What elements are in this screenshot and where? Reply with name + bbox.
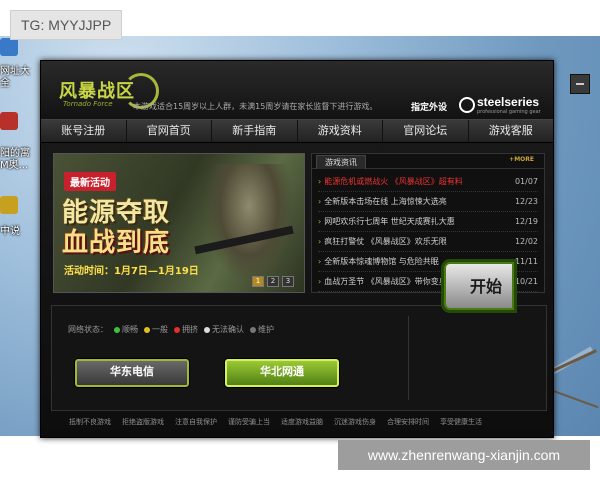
footer-link: 注意自我保护 <box>175 418 217 426</box>
footer-link: 享受健康生活 <box>440 418 482 426</box>
news-date: 12/19 <box>514 217 538 226</box>
logo-subtitle: Tornado Force <box>63 100 113 108</box>
red-dot-icon <box>174 326 180 333</box>
tg-overlay-label: TG: MYYJJPP <box>10 10 123 40</box>
minimize-button[interactable] <box>570 74 590 94</box>
status-unknown-label: 无法确认 <box>212 325 244 334</box>
sponsor-name: steelseries <box>477 95 540 109</box>
news-more-link[interactable]: +MORE <box>509 156 534 163</box>
news-item[interactable]: › 能源危机或燃战火 《风暴战区》超有料 01/07 <box>318 172 538 192</box>
status-normal-label: 一般 <box>152 325 168 334</box>
launcher-header: 风暴战区 Tornado Force 本游戏适合15周岁以上人群，未满15周岁请… <box>41 61 553 119</box>
divider <box>408 316 409 400</box>
news-title[interactable]: 全新版本击场在线 上海惊悚大选亮 <box>324 197 447 206</box>
banner-page-1[interactable]: 1 <box>252 276 264 287</box>
white-dot-icon <box>204 326 210 333</box>
news-title[interactable]: 能源危机或燃战火 《风暴战区》超有料 <box>324 177 463 186</box>
news-item[interactable]: › 疯狂打警仗 《风暴战区》欢乐无限 12/02 <box>318 232 538 252</box>
bullet-icon: › <box>318 217 322 226</box>
status-crowded: 拥挤 <box>174 324 198 335</box>
footer-link: 合理安排时间 <box>387 418 429 426</box>
nav-guide[interactable]: 新手指南 <box>212 120 298 142</box>
footer-link: 拒绝盗版游戏 <box>122 418 164 426</box>
desktop-icon-label[interactable]: 网址大 全 <box>0 66 30 90</box>
news-title[interactable]: 网吧欢乐行七周年 世纪天成赛扎大惠 <box>324 217 455 226</box>
nav-game-info[interactable]: 游戏资料 <box>298 120 383 142</box>
bullet-icon: › <box>318 277 322 286</box>
desktop-icon[interactable] <box>0 196 18 214</box>
news-title[interactable]: 全新版本惊魂博物馆 与危险共眠 <box>324 257 439 266</box>
news-item[interactable]: › 全新版本击场在线 上海惊悚大选亮 12/23 <box>318 192 538 212</box>
green-dot-icon <box>114 326 120 333</box>
status-maintenance: 维护 <box>250 324 274 335</box>
bullet-icon: › <box>318 257 322 266</box>
server-east-telecom-button[interactable]: 华东电信 <box>74 358 190 388</box>
sponsor-icon <box>459 97 475 113</box>
status-smooth-label: 顺畅 <box>122 325 138 334</box>
footer-link: 沉迷游戏伤身 <box>334 418 376 426</box>
footer-link: 抵制不良游戏 <box>69 418 111 426</box>
status-maintenance-label: 维护 <box>258 325 274 334</box>
age-notice: 本游戏适合15周岁以上人群，未满15周岁请在家长监督下进行游戏。 <box>133 102 378 111</box>
server-panel: 网络状态： 顺畅 一般 拥挤 无法确认 维护 华东电信 华北网通 <box>51 305 547 411</box>
event-banner[interactable]: 最新活动 能源夺取 血战到底 活动时间：1月7日—1月19日 1 2 3 <box>53 153 305 293</box>
network-status: 网络状态： 顺畅 一般 拥挤 无法确认 维护 <box>68 324 274 335</box>
top-nav: 账号注册 官网首页 新手指南 游戏资料 官网论坛 游戏客服 <box>41 119 553 143</box>
status-crowded-label: 拥挤 <box>182 325 198 334</box>
event-time: 活动时间：1月7日—1月19日 <box>64 266 199 277</box>
yellow-dot-icon <box>144 326 150 333</box>
news-title[interactable]: 疯狂打警仗 《风暴战区》欢乐无限 <box>324 237 447 246</box>
status-unknown: 无法确认 <box>204 324 244 335</box>
game-launcher-window: 风暴战区 Tornado Force 本游戏适合15周岁以上人群，未满15周岁请… <box>40 60 554 438</box>
desktop-icon-label[interactable]: 中说 <box>0 226 20 238</box>
banner-page-2[interactable]: 2 <box>267 276 279 287</box>
event-tag: 最新活动 <box>64 172 116 191</box>
desktop-icon[interactable] <box>0 112 18 130</box>
banner-headline-2: 血战到底 <box>62 228 171 258</box>
nav-forum[interactable]: 官网论坛 <box>383 120 469 142</box>
banner-page-3[interactable]: 3 <box>282 276 294 287</box>
gray-dot-icon <box>250 326 256 333</box>
news-date: 12/02 <box>514 237 538 246</box>
bullet-icon: › <box>318 197 322 206</box>
sponsor-logo[interactable]: steelseries professional gaming gear <box>459 95 549 117</box>
sponsor-tagline: professional gaming gear <box>477 109 541 115</box>
news-tab[interactable]: 游戏资讯 <box>316 155 366 169</box>
nav-register[interactable]: 账号注册 <box>41 120 127 142</box>
news-date: 10/21 <box>514 277 538 286</box>
footer-health-notice: 抵制不良游戏 拒绝盗版游戏 注意自我保护 谨防受骗上当 适度游戏益脑 沉迷游戏伤… <box>69 417 482 427</box>
start-game-button[interactable]: 开始 <box>444 262 514 310</box>
soldier-image <box>204 164 294 284</box>
news-date: 01/07 <box>514 177 538 186</box>
news-date: 11/11 <box>514 257 538 266</box>
status-normal: 一般 <box>144 324 168 335</box>
status-label: 网络状态： <box>68 325 108 334</box>
watermark-url: www.zhenrenwang-xianjin.com <box>338 440 590 470</box>
bullet-icon: › <box>318 237 322 246</box>
news-item[interactable]: › 网吧欢乐行七周年 世纪天成赛扎大惠 12/19 <box>318 212 538 232</box>
nav-home[interactable]: 官网首页 <box>127 120 212 142</box>
banner-pagination: 1 2 3 <box>252 276 294 287</box>
server-north-netcom-button[interactable]: 华北网通 <box>224 358 340 388</box>
nav-support[interactable]: 游戏客服 <box>469 120 554 142</box>
desktop-icon[interactable] <box>0 38 18 56</box>
footer-link: 适度游戏益脑 <box>281 418 323 426</box>
desktop-icon-label[interactable]: 阳的寓 M奥... <box>0 148 30 172</box>
footer-link: 谨防受骗上当 <box>228 418 270 426</box>
peripheral-label: 指定外设 <box>411 103 448 113</box>
news-date: 12/23 <box>514 197 538 206</box>
bullet-icon: › <box>318 177 322 186</box>
news-header: 游戏资讯 +MORE <box>312 154 544 169</box>
news-title[interactable]: 血战万圣节 《风暴战区》带你变身南瓜 <box>324 277 463 286</box>
status-smooth: 顺畅 <box>114 324 138 335</box>
